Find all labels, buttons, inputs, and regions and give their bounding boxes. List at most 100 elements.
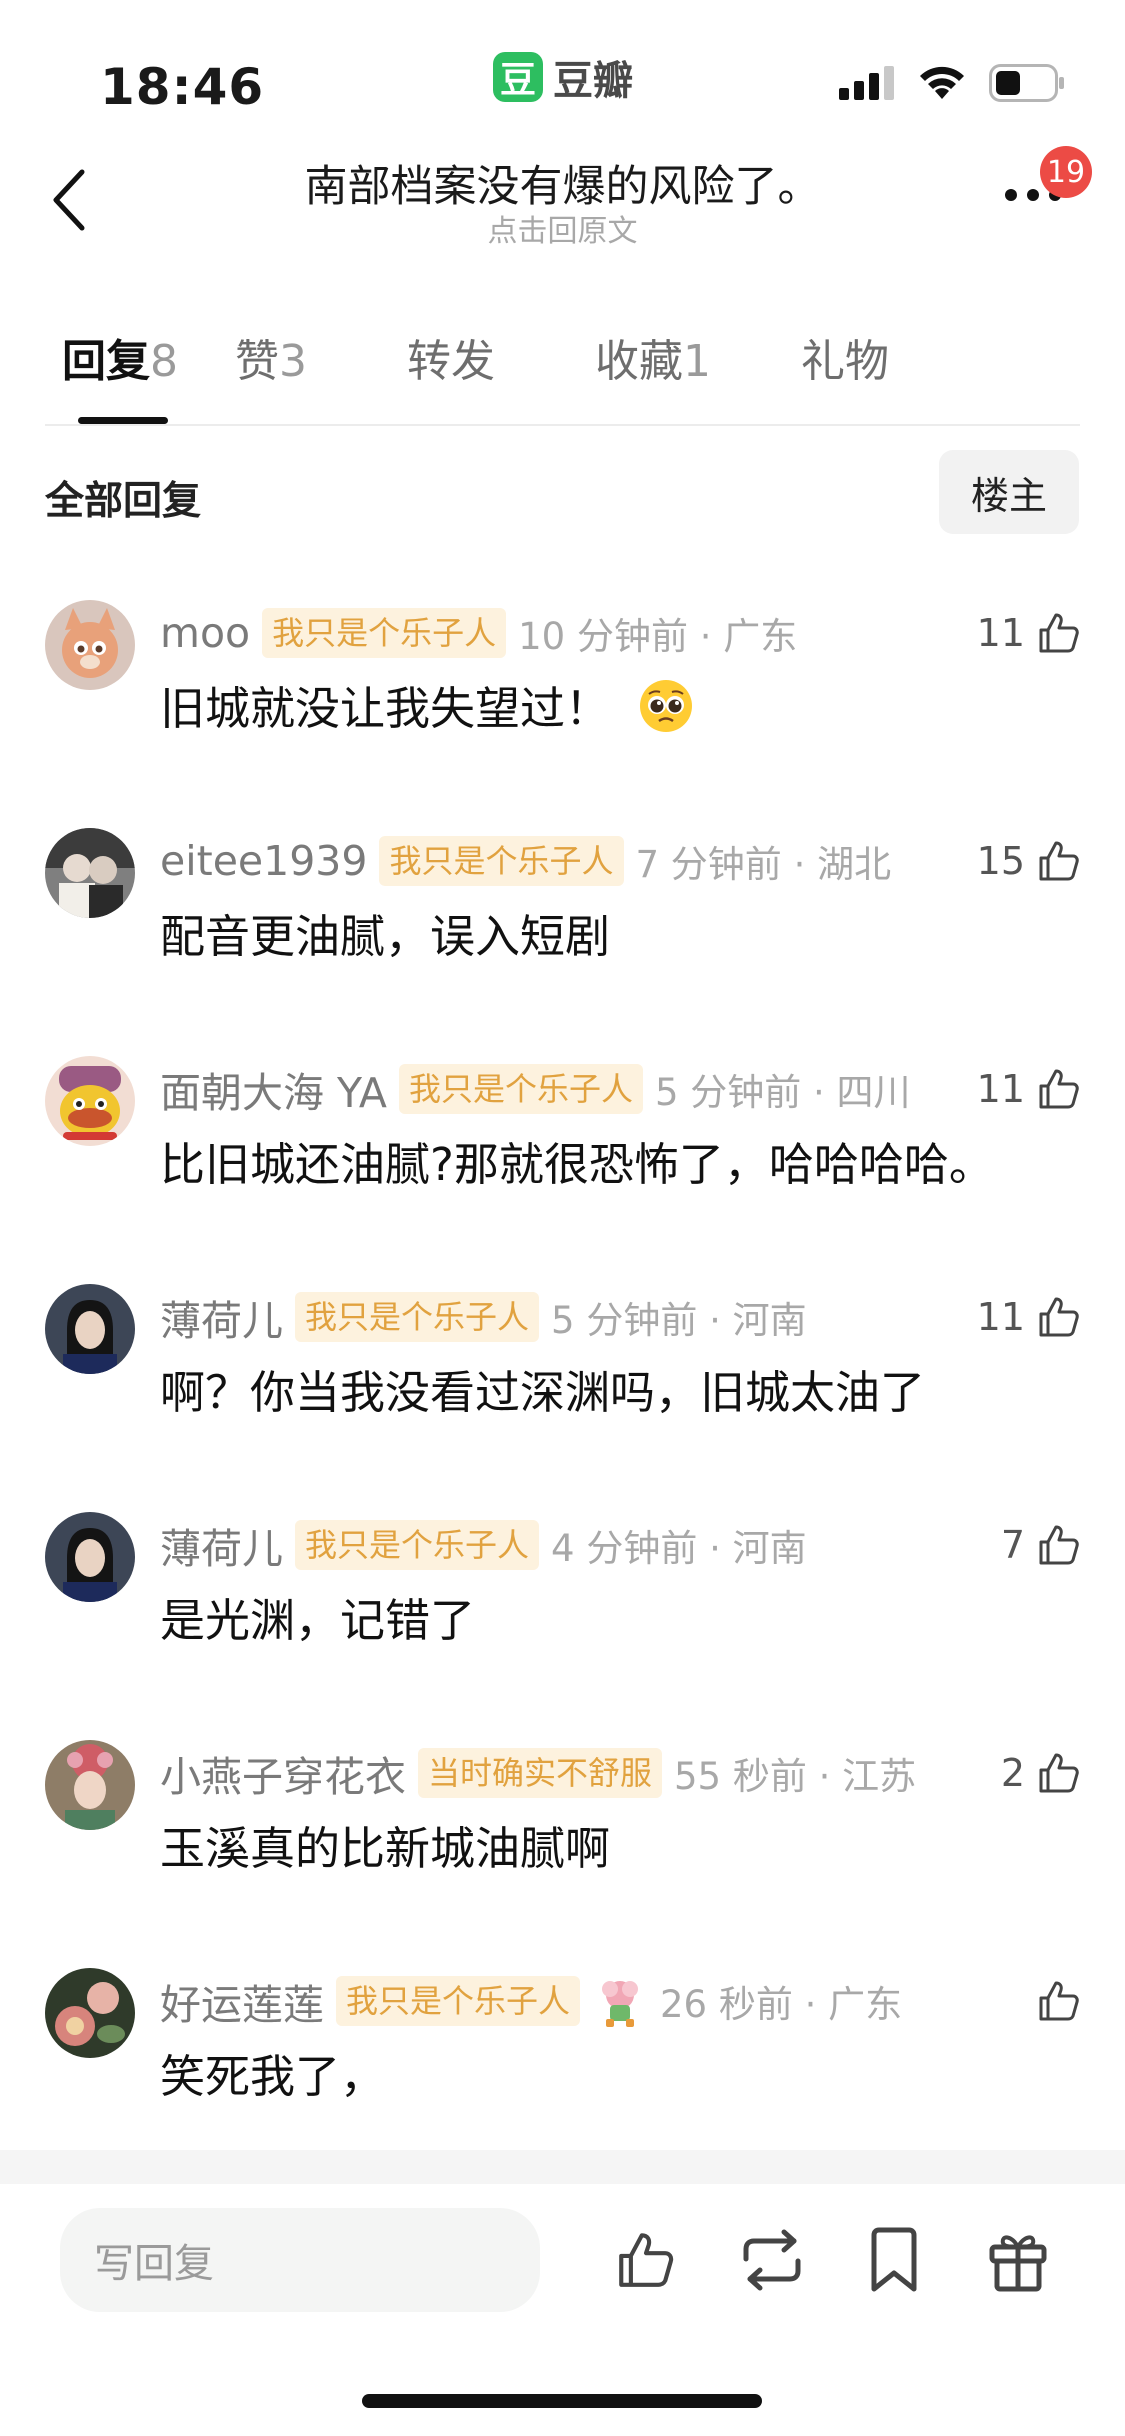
like-button[interactable] xyxy=(1035,1968,1083,2034)
comment-meta: eitee1939 我只是个乐子人 7 分钟前 · 湖北 xyxy=(160,832,891,890)
tab-count: 3 xyxy=(279,336,307,387)
comment-meta: 小燕子穿花衣 当时确实不舒服 55 秒前 · 江苏 xyxy=(160,1744,916,1802)
like-button[interactable]: 11 xyxy=(977,1284,1083,1350)
active-tab-indicator xyxy=(78,417,168,424)
comment-meta: 薄荷儿 我只是个乐子人 5 分钟前 · 河南 xyxy=(160,1288,807,1346)
time-location: 4 分钟前 · 河南 xyxy=(551,1527,807,1570)
tab-gifts[interactable]: 礼物 xyxy=(801,325,911,389)
tab-replies[interactable]: 回复8 xyxy=(62,325,235,389)
app-name: 豆瓣 xyxy=(553,58,633,104)
username[interactable]: moo xyxy=(160,609,250,657)
avatar-image xyxy=(45,1512,135,1602)
cellular-signal-icon xyxy=(839,66,894,100)
status-time: 18:46 xyxy=(100,58,265,116)
like-button[interactable]: 7 xyxy=(1001,1512,1083,1578)
username[interactable]: eitee1939 xyxy=(160,837,367,885)
tab-likes[interactable]: 赞3 xyxy=(235,325,407,389)
comment-item: moo 我只是个乐子人 10 分钟前 · 广东 11 旧城就没让我失望过！ xyxy=(0,600,1125,828)
avatar[interactable] xyxy=(45,828,135,918)
like-count: 11 xyxy=(976,611,1025,655)
reply-input[interactable]: 写回复 xyxy=(60,2208,540,2312)
time-location: 10 分钟前 · 广东 xyxy=(518,615,798,658)
owner-only-button[interactable]: 楼主 xyxy=(939,450,1079,534)
avatar[interactable] xyxy=(45,1056,135,1146)
tab-label: 回复 xyxy=(62,336,150,387)
like-count: 15 xyxy=(976,839,1025,883)
avatar[interactable] xyxy=(45,600,135,690)
thumbs-up-icon xyxy=(1039,1297,1079,1337)
back-to-original-link[interactable]: 点击回原文 xyxy=(150,206,975,250)
like-button[interactable]: 15 xyxy=(977,828,1083,894)
comment-item: 薄荷儿 我只是个乐子人 4 分钟前 · 河南 7 是光渊，记错了 xyxy=(0,1512,1125,1740)
comment-text: 比旧城还油腻?那就很恐怖了，哈哈哈哈。 xyxy=(160,1138,994,1191)
tab-favorites[interactable]: 收藏1 xyxy=(595,325,801,389)
comment-item: 面朝大海 YA 我只是个乐子人 5 分钟前 · 四川 11 比旧城还油腻?那就很… xyxy=(0,1056,1125,1284)
bookmark-icon xyxy=(871,2227,917,2292)
thumbs-up-icon xyxy=(619,2233,674,2287)
like-count: 11 xyxy=(976,1067,1025,1111)
tab-reposts[interactable]: 转发 xyxy=(407,325,595,389)
comment-item: eitee1939 我只是个乐子人 7 分钟前 · 湖北 15 配音更油腻，误入… xyxy=(0,828,1125,1056)
thumbs-up-icon xyxy=(1039,1069,1079,1109)
tab-label: 转发 xyxy=(407,336,495,387)
gift-icon xyxy=(989,2235,1047,2292)
tab-bar: 回复8 赞3 转发 收藏1 礼物 xyxy=(62,325,911,389)
app-logo: 豆 xyxy=(493,52,543,102)
comment-meta: 面朝大海 YA 我只是个乐子人 5 分钟前 · 四川 xyxy=(160,1060,911,1118)
like-button[interactable]: 11 xyxy=(977,1056,1083,1122)
thumbs-up-icon xyxy=(1039,1753,1079,1793)
comment-body: 旧城就没让我失望过！ xyxy=(160,682,611,735)
notification-badge: 19 xyxy=(1040,146,1092,198)
wifi-icon xyxy=(920,66,964,99)
like-count: 2 xyxy=(1000,1751,1025,1795)
all-replies-label: 全部回复 xyxy=(45,479,202,524)
username[interactable]: 小燕子穿花衣 xyxy=(160,1743,406,1803)
page-title[interactable]: 南部档案没有爆的风险了。 xyxy=(150,152,975,214)
user-tag: 我只是个乐子人 xyxy=(295,1520,540,1570)
avatar[interactable] xyxy=(45,1968,135,2058)
app-badge: 豆 豆瓣 xyxy=(493,48,633,106)
comment-meta: 薄荷儿 我只是个乐子人 4 分钟前 · 河南 xyxy=(160,1516,807,1574)
username[interactable]: 薄荷儿 xyxy=(160,1515,283,1575)
user-tag: 我只是个乐子人 xyxy=(336,1976,581,2026)
time-location: 5 分钟前 · 河南 xyxy=(551,1299,807,1342)
avatar-image xyxy=(45,1740,135,1830)
system-icons xyxy=(839,64,1065,102)
tab-label: 收藏 xyxy=(595,336,683,387)
comment-text: 啊？你当我没看过深渊吗，旧城太油了 xyxy=(160,1366,926,1419)
thumbs-up-icon xyxy=(1039,1525,1079,1565)
comment-text: 玉溪真的比新城油腻啊 xyxy=(160,1822,611,1875)
like-post-button[interactable] xyxy=(608,2222,684,2298)
time-location: 7 分钟前 · 湖北 xyxy=(635,843,892,886)
back-button[interactable] xyxy=(40,160,100,240)
repost-button[interactable] xyxy=(734,2222,810,2298)
tab-label: 礼物 xyxy=(801,336,889,387)
avatar-image xyxy=(45,828,135,918)
avatar[interactable] xyxy=(45,1512,135,1602)
username[interactable]: 面朝大海 YA xyxy=(160,1059,387,1119)
status-bar: 18:46 豆 豆瓣 xyxy=(0,0,1125,140)
tab-label: 赞 xyxy=(235,336,279,387)
time-location: 55 秒前 · 江苏 xyxy=(674,1755,917,1798)
username[interactable]: 薄荷儿 xyxy=(160,1287,283,1347)
like-button[interactable]: 2 xyxy=(1001,1740,1083,1806)
comment-text: 笑死我了， xyxy=(160,2050,386,2103)
user-tag: 我只是个乐子人 xyxy=(295,1292,540,1342)
time-location: 5 分钟前 · 四川 xyxy=(654,1071,911,1114)
avatar[interactable] xyxy=(45,1740,135,1830)
like-button[interactable]: 11 xyxy=(977,600,1083,666)
battery-icon xyxy=(989,64,1064,102)
user-tag: 我只是个乐子人 xyxy=(398,1064,643,1114)
divider xyxy=(45,424,1080,426)
bookmark-button[interactable] xyxy=(856,2222,932,2298)
username[interactable]: 好运莲莲 xyxy=(160,1971,324,2031)
gift-button[interactable] xyxy=(980,2222,1056,2298)
avatar[interactable] xyxy=(45,1284,135,1374)
avatar-image xyxy=(45,600,135,690)
thumbs-up-icon xyxy=(1039,613,1079,653)
thumbs-up-icon xyxy=(1039,841,1079,881)
home-indicator xyxy=(362,2394,762,2408)
like-count: 11 xyxy=(976,1295,1025,1339)
comment-meta: moo 我只是个乐子人 10 分钟前 · 广东 xyxy=(160,604,797,662)
tab-count: 1 xyxy=(683,336,711,387)
